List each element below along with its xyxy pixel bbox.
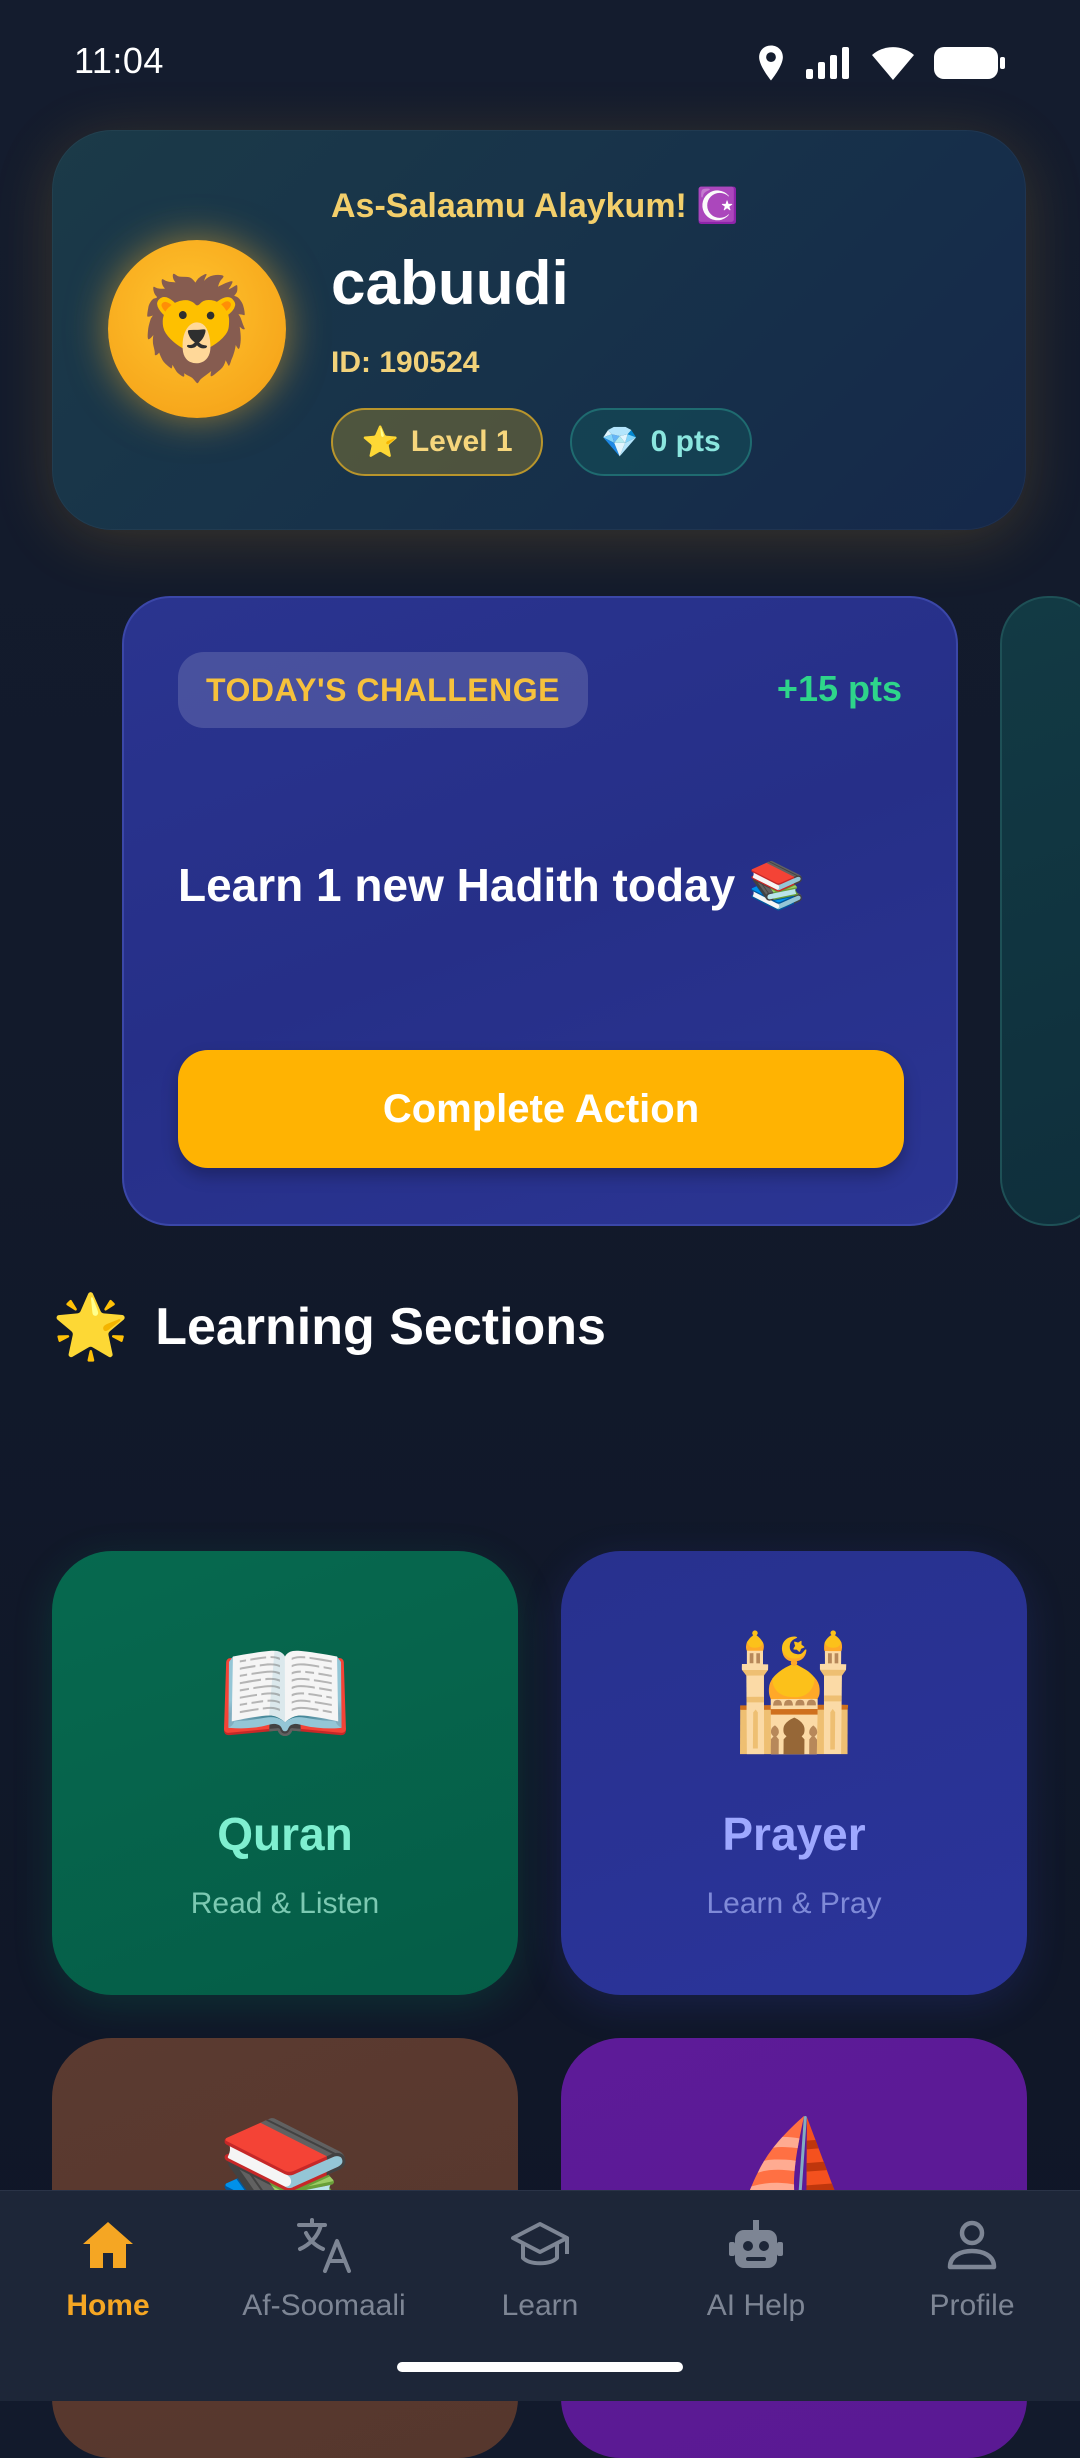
challenge-points: +15 pts — [776, 668, 902, 709]
username: cabuudi — [331, 249, 569, 318]
challenge-text: Learn 1 new Hadith today 📚 — [178, 859, 806, 911]
star-icon: ⭐ — [361, 425, 399, 459]
nav-label: Profile — [929, 2289, 1015, 2322]
nav-label: AI Help — [706, 2289, 806, 2322]
tile-subtitle: Learn & Pray — [706, 1887, 882, 1920]
status-time: 11:04 — [74, 40, 164, 81]
points-badge[interactable]: 💎 0 pts — [570, 408, 752, 476]
quran-tile[interactable]: 📖 Quran Read & Listen — [52, 1551, 518, 1995]
home-indicator[interactable] — [397, 2362, 683, 2372]
challenge-badge: TODAY'S CHALLENGE — [178, 652, 588, 728]
profile-card[interactable]: 🦁 As-Salaamu Alaykum! ☪️ cabuudi ID: 190… — [52, 130, 1026, 530]
level-badge[interactable]: ⭐ Level 1 — [331, 408, 543, 476]
nav-label: Home — [66, 2289, 150, 2322]
greeting-text: As-Salaamu Alaykum! ☪️ — [331, 187, 739, 225]
mosque-icon: 🕌 — [725, 1632, 863, 1755]
wifi-icon — [872, 46, 914, 85]
nav-label: Af-Soomaali — [242, 2289, 406, 2322]
gem-icon: 💎 — [601, 425, 639, 459]
next-challenge-card[interactable] — [1000, 596, 1080, 1226]
glowing-star-icon: 🌟 — [52, 1292, 130, 1361]
location-icon — [756, 44, 786, 87]
tile-title: Quran — [217, 1808, 353, 1860]
home-icon — [76, 2213, 140, 2277]
tile-title: Prayer — [722, 1808, 866, 1860]
battery-icon — [934, 46, 1006, 85]
avatar[interactable]: 🦁 — [108, 240, 286, 418]
level-label: Level 1 — [410, 425, 513, 458]
daily-challenge-card[interactable]: TODAY'S CHALLENGE +15 pts Learn 1 new Ha… — [122, 596, 958, 1226]
open-book-icon: 📖 — [216, 1632, 354, 1755]
translate-icon — [292, 2213, 356, 2277]
status-bar: 11:04 — [0, 0, 1080, 130]
learning-sections-heading: 🌟 Learning Sections — [52, 1296, 606, 1358]
nav-home[interactable]: Home — [0, 2191, 216, 2401]
home-screen: 11:04 🦁 As-Salaamu Alaykum! ☪️ cabuudi I… — [0, 0, 1080, 2458]
tile-subtitle: Read & Listen — [190, 1887, 380, 1920]
graduation-cap-icon — [508, 2213, 572, 2277]
section-title: Learning Sections — [155, 1298, 606, 1356]
prayer-tile[interactable]: 🕌 Prayer Learn & Pray — [561, 1551, 1027, 1995]
person-icon — [940, 2213, 1004, 2277]
nav-label: Learn — [501, 2289, 579, 2322]
lion-icon: 🦁 — [134, 273, 260, 385]
user-id: ID: 190524 — [331, 346, 480, 379]
points-label: 0 pts — [650, 425, 721, 458]
nav-profile[interactable]: Profile — [864, 2191, 1080, 2401]
signal-icon — [806, 47, 852, 84]
status-icons — [756, 44, 1006, 87]
complete-action-button[interactable]: Complete Action — [178, 1050, 904, 1168]
robot-icon — [724, 2213, 788, 2277]
